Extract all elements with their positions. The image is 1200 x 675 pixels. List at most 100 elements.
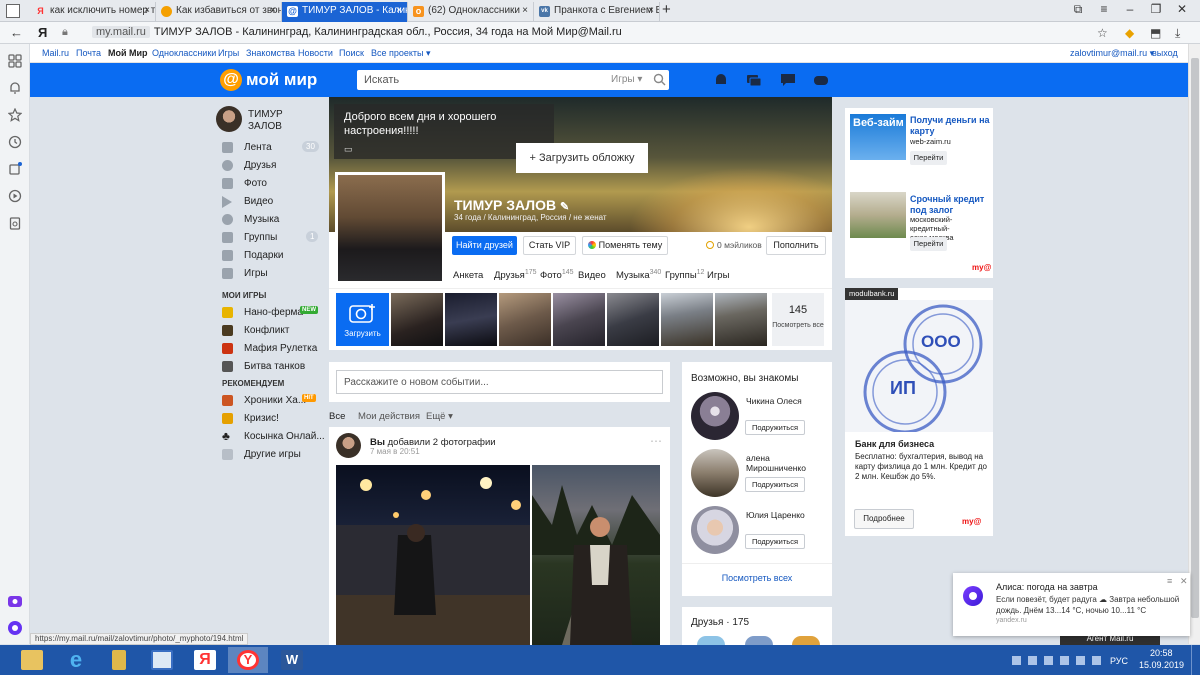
tab-video[interactable]: Видео: [578, 269, 606, 281]
user-name[interactable]: ТИМУР ЗАЛОВ: [248, 109, 318, 133]
feed-tab-all[interactable]: Все: [329, 411, 345, 422]
close-icon[interactable]: ×: [396, 2, 402, 20]
browser-tab[interactable]: vk Пранкота с Евгением Воль ×: [534, 2, 660, 22]
portal-link-mailru[interactable]: Mail.ru: [42, 48, 69, 58]
alice-icon[interactable]: [7, 620, 23, 636]
bookmark-star-icon[interactable]: ☆: [1097, 26, 1108, 40]
close-window-icon[interactable]: ✕: [1170, 2, 1194, 16]
menu-icon[interactable]: ≡: [1092, 2, 1116, 16]
photo-thumbnail[interactable]: [553, 293, 605, 346]
ad-title[interactable]: Получи деньги на карту: [910, 115, 990, 137]
add-friend-button[interactable]: Подружиться: [745, 534, 805, 549]
notification-close-icon[interactable]: ✕: [1180, 576, 1188, 587]
suggestion-name[interactable]: Юлия Царенко: [746, 510, 822, 520]
scrollbar-thumb[interactable]: [1191, 58, 1199, 618]
messages-icon[interactable]: [746, 72, 762, 88]
portal-link-ok[interactable]: Одноклассники: [152, 48, 216, 58]
portal-link-search[interactable]: Поиск: [339, 48, 364, 58]
browser-tab[interactable]: Я как исключить номер теле ×: [30, 2, 156, 22]
play-icon[interactable]: [8, 189, 22, 203]
find-friends-button[interactable]: Найти друзей: [452, 236, 517, 255]
suggestion-avatar[interactable]: [691, 449, 739, 497]
feed-tab-my-actions[interactable]: Мои действия: [358, 411, 420, 422]
mytarget-logo[interactable]: my@: [972, 263, 991, 272]
tab-overview-icon[interactable]: [6, 4, 20, 18]
post-photo[interactable]: [532, 465, 660, 645]
portal-link-all-projects[interactable]: Все проекты ▾: [371, 48, 431, 59]
grid-icon[interactable]: [8, 54, 22, 68]
url-field[interactable]: my.mail.ru ТИМУР ЗАЛОВ - Калининград, Кал…: [92, 26, 622, 38]
tab-photo[interactable]: Фото145: [540, 269, 574, 281]
tab-music[interactable]: Музыка340: [616, 269, 661, 281]
star-icon[interactable]: [8, 108, 22, 122]
bank-ad-domain[interactable]: modulbank.ru: [845, 288, 899, 300]
friends-title[interactable]: Друзья · 175: [691, 617, 749, 628]
ad-go-button[interactable]: Перейти: [910, 151, 947, 165]
upload-photo-button[interactable]: Загрузить: [336, 293, 389, 346]
bank-ad-image[interactable]: ООО ИП: [845, 300, 993, 432]
taskbar-word[interactable]: W: [272, 647, 312, 673]
portal-link-dating[interactable]: Знакомства: [246, 48, 295, 58]
add-friend-button[interactable]: Подружиться: [745, 420, 805, 435]
profile-avatar[interactable]: [335, 172, 445, 284]
tab-games[interactable]: Игры: [707, 269, 729, 281]
ad-image[interactable]: Веб-займ: [850, 114, 906, 160]
browser-tab[interactable]: о (62) Одноклассники ×: [408, 2, 534, 22]
show-all-suggestions-link[interactable]: Посмотреть всех: [682, 573, 832, 583]
portal-link-news[interactable]: Новости: [298, 48, 333, 58]
search-icon[interactable]: [653, 73, 666, 86]
logo-icon[interactable]: @: [220, 69, 242, 91]
search-input[interactable]: Искать Игры ▾: [357, 70, 669, 90]
portal-link-mail[interactable]: Почта: [76, 48, 101, 58]
photo-thumbnail[interactable]: [445, 293, 497, 346]
post-photo[interactable]: [336, 465, 530, 645]
suggestion-name[interactable]: Чикина Олеся: [746, 396, 822, 406]
suggestion-avatar[interactable]: [691, 392, 739, 440]
tray-icon[interactable]: [1060, 656, 1069, 665]
logout-link[interactable]: выход: [1152, 48, 1178, 58]
tab-profile[interactable]: Анкета: [453, 269, 483, 281]
suggestion-name[interactable]: алена Мирошниченко: [746, 453, 822, 473]
close-icon[interactable]: ×: [522, 2, 528, 20]
taskbar-ie[interactable]: e: [56, 647, 96, 673]
clock-time[interactable]: 20:58: [1150, 648, 1173, 658]
ad-image[interactable]: [850, 192, 906, 238]
feed-tab-more[interactable]: Ещё ▾: [426, 411, 453, 422]
friend-avatar[interactable]: [792, 636, 820, 645]
taskbar-files[interactable]: [99, 647, 139, 673]
suggestion-avatar[interactable]: [691, 506, 739, 554]
clipboard-icon[interactable]: [8, 216, 22, 230]
logo-text[interactable]: мой мир: [246, 70, 317, 90]
taskbar-snipping[interactable]: [142, 647, 182, 673]
taskbar-yandex-active[interactable]: Y: [228, 647, 268, 673]
become-vip-button[interactable]: Стать VIP: [523, 236, 576, 255]
taskbar-yandex-browser[interactable]: Я: [185, 647, 225, 673]
bookmarks-icon[interactable]: ⧉: [1066, 2, 1090, 17]
back-icon[interactable]: ←: [10, 25, 23, 40]
photo-thumbnail[interactable]: [499, 293, 551, 346]
close-icon[interactable]: ×: [270, 2, 276, 20]
tab-groups[interactable]: Группы12: [665, 269, 704, 281]
tray-icon[interactable]: [1012, 656, 1021, 665]
more-options-icon[interactable]: ⋯: [650, 434, 662, 448]
friend-avatar[interactable]: [745, 636, 773, 645]
mytarget-logo[interactable]: my@: [962, 517, 981, 526]
user-email-menu[interactable]: zalovtimur@mail.ru ▾: [1070, 48, 1154, 59]
extension-icon[interactable]: ◆: [1125, 26, 1134, 40]
add-friend-button[interactable]: Подружиться: [745, 477, 805, 492]
photo-thumbnail[interactable]: [715, 293, 767, 346]
change-theme-button[interactable]: Поменять тему: [582, 236, 668, 255]
photo-thumbnail[interactable]: [607, 293, 659, 346]
history-icon[interactable]: [8, 135, 22, 149]
bell-icon[interactable]: [8, 81, 22, 95]
post-time[interactable]: 7 мая в 20:51: [370, 447, 420, 456]
friend-avatar[interactable]: [697, 636, 725, 645]
close-icon[interactable]: ×: [144, 2, 150, 20]
clock-date[interactable]: 15.09.2019: [1139, 660, 1184, 670]
portal-link-games[interactable]: Игры: [218, 48, 239, 58]
replenish-button[interactable]: Пополнить: [766, 236, 826, 255]
notification-menu-icon[interactable]: ≡: [1167, 576, 1172, 586]
tab-friends[interactable]: Друзья175: [494, 269, 537, 281]
page-scrollbar[interactable]: [1188, 44, 1200, 644]
new-tab-icon[interactable]: +: [662, 1, 671, 18]
